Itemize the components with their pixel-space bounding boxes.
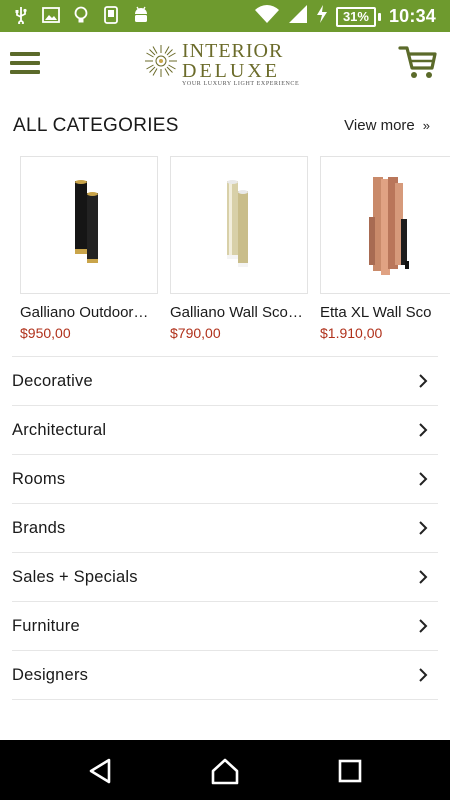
product-card[interactable]: Galliano Wall Sco… $790,00	[170, 156, 308, 341]
chevron-right-icon	[419, 570, 428, 584]
category-label: Brands	[12, 518, 66, 537]
category-label: Designers	[12, 665, 89, 684]
product-price: $1.910,00	[320, 325, 383, 341]
view-more-link[interactable]: View more »	[344, 117, 430, 134]
status-bar: 31% 10:34	[0, 0, 450, 32]
chandelier-logo-icon	[145, 45, 177, 77]
battery-indicator: 31%	[335, 6, 381, 27]
product-card[interactable]: Etta XL Wall Sco $1.910,00	[320, 156, 450, 341]
product-carousel[interactable]: Galliano Outdoor… $950,00 Galliano Wall …	[20, 156, 450, 346]
chevron-right-icon	[419, 619, 428, 633]
section-title: ALL CATEGORIES	[13, 115, 179, 136]
chevron-right-icon	[419, 472, 428, 486]
product-price: $790,00	[170, 325, 221, 341]
product-price: $950,00	[20, 325, 71, 341]
category-label: Rooms	[12, 469, 66, 488]
product-image	[170, 156, 308, 294]
logo-text-deluxe: DELUXE	[182, 60, 280, 82]
system-navigation-bar	[0, 740, 450, 800]
chevron-right-icon	[419, 374, 428, 388]
category-item-designers[interactable]: Designers	[12, 650, 438, 700]
view-more-label: View more	[344, 117, 415, 134]
double-chevron-right-icon: »	[422, 118, 430, 133]
product-name: Galliano Outdoor…	[20, 304, 149, 321]
product-name: Etta XL Wall Sco	[320, 304, 432, 321]
hamburger-menu-button[interactable]	[10, 52, 40, 74]
usb-icon	[12, 6, 30, 24]
wifi-icon	[254, 4, 280, 29]
category-label: Sales + Specials	[12, 567, 138, 586]
cart-button[interactable]	[398, 44, 438, 82]
chevron-right-icon	[419, 423, 428, 437]
category-list: Decorative Architectural Rooms Brands Sa…	[12, 356, 438, 700]
category-item-architectural[interactable]: Architectural	[12, 405, 438, 454]
image-icon	[42, 6, 60, 24]
app-header: INTERIOR DELUXE YOUR LUXURY LIGHT EXPERI…	[0, 32, 450, 94]
product-card[interactable]: Galliano Outdoor… $950,00	[20, 156, 158, 341]
charging-icon	[316, 4, 328, 29]
product-image	[20, 156, 158, 294]
recent-apps-button[interactable]	[335, 756, 365, 786]
bulb-icon	[72, 6, 90, 24]
logo-tagline: YOUR LUXURY LIGHT EXPERIENCE	[182, 81, 300, 87]
battery-percent: 31%	[335, 6, 376, 27]
category-label: Decorative	[12, 371, 93, 390]
product-image	[320, 156, 450, 294]
chevron-right-icon	[419, 668, 428, 682]
app-icon	[102, 6, 120, 24]
category-item-furniture[interactable]: Furniture	[12, 601, 438, 650]
shopping-cart-icon	[398, 46, 437, 78]
category-item-sales-specials[interactable]: Sales + Specials	[12, 552, 438, 601]
category-label: Furniture	[12, 616, 80, 635]
category-item-decorative[interactable]: Decorative	[12, 356, 438, 405]
category-item-brands[interactable]: Brands	[12, 503, 438, 552]
clock: 10:34	[388, 6, 436, 26]
android-icon	[132, 6, 150, 24]
category-label: Architectural	[12, 420, 107, 439]
chevron-right-icon	[419, 521, 428, 535]
signal-icon	[288, 4, 308, 29]
category-item-rooms[interactable]: Rooms	[12, 454, 438, 503]
brand-logo[interactable]: INTERIOR DELUXE YOUR LUXURY LIGHT EXPERI…	[144, 38, 314, 90]
product-name: Galliano Wall Sco…	[170, 304, 303, 321]
home-button[interactable]	[210, 756, 240, 786]
back-button[interactable]	[86, 756, 116, 786]
